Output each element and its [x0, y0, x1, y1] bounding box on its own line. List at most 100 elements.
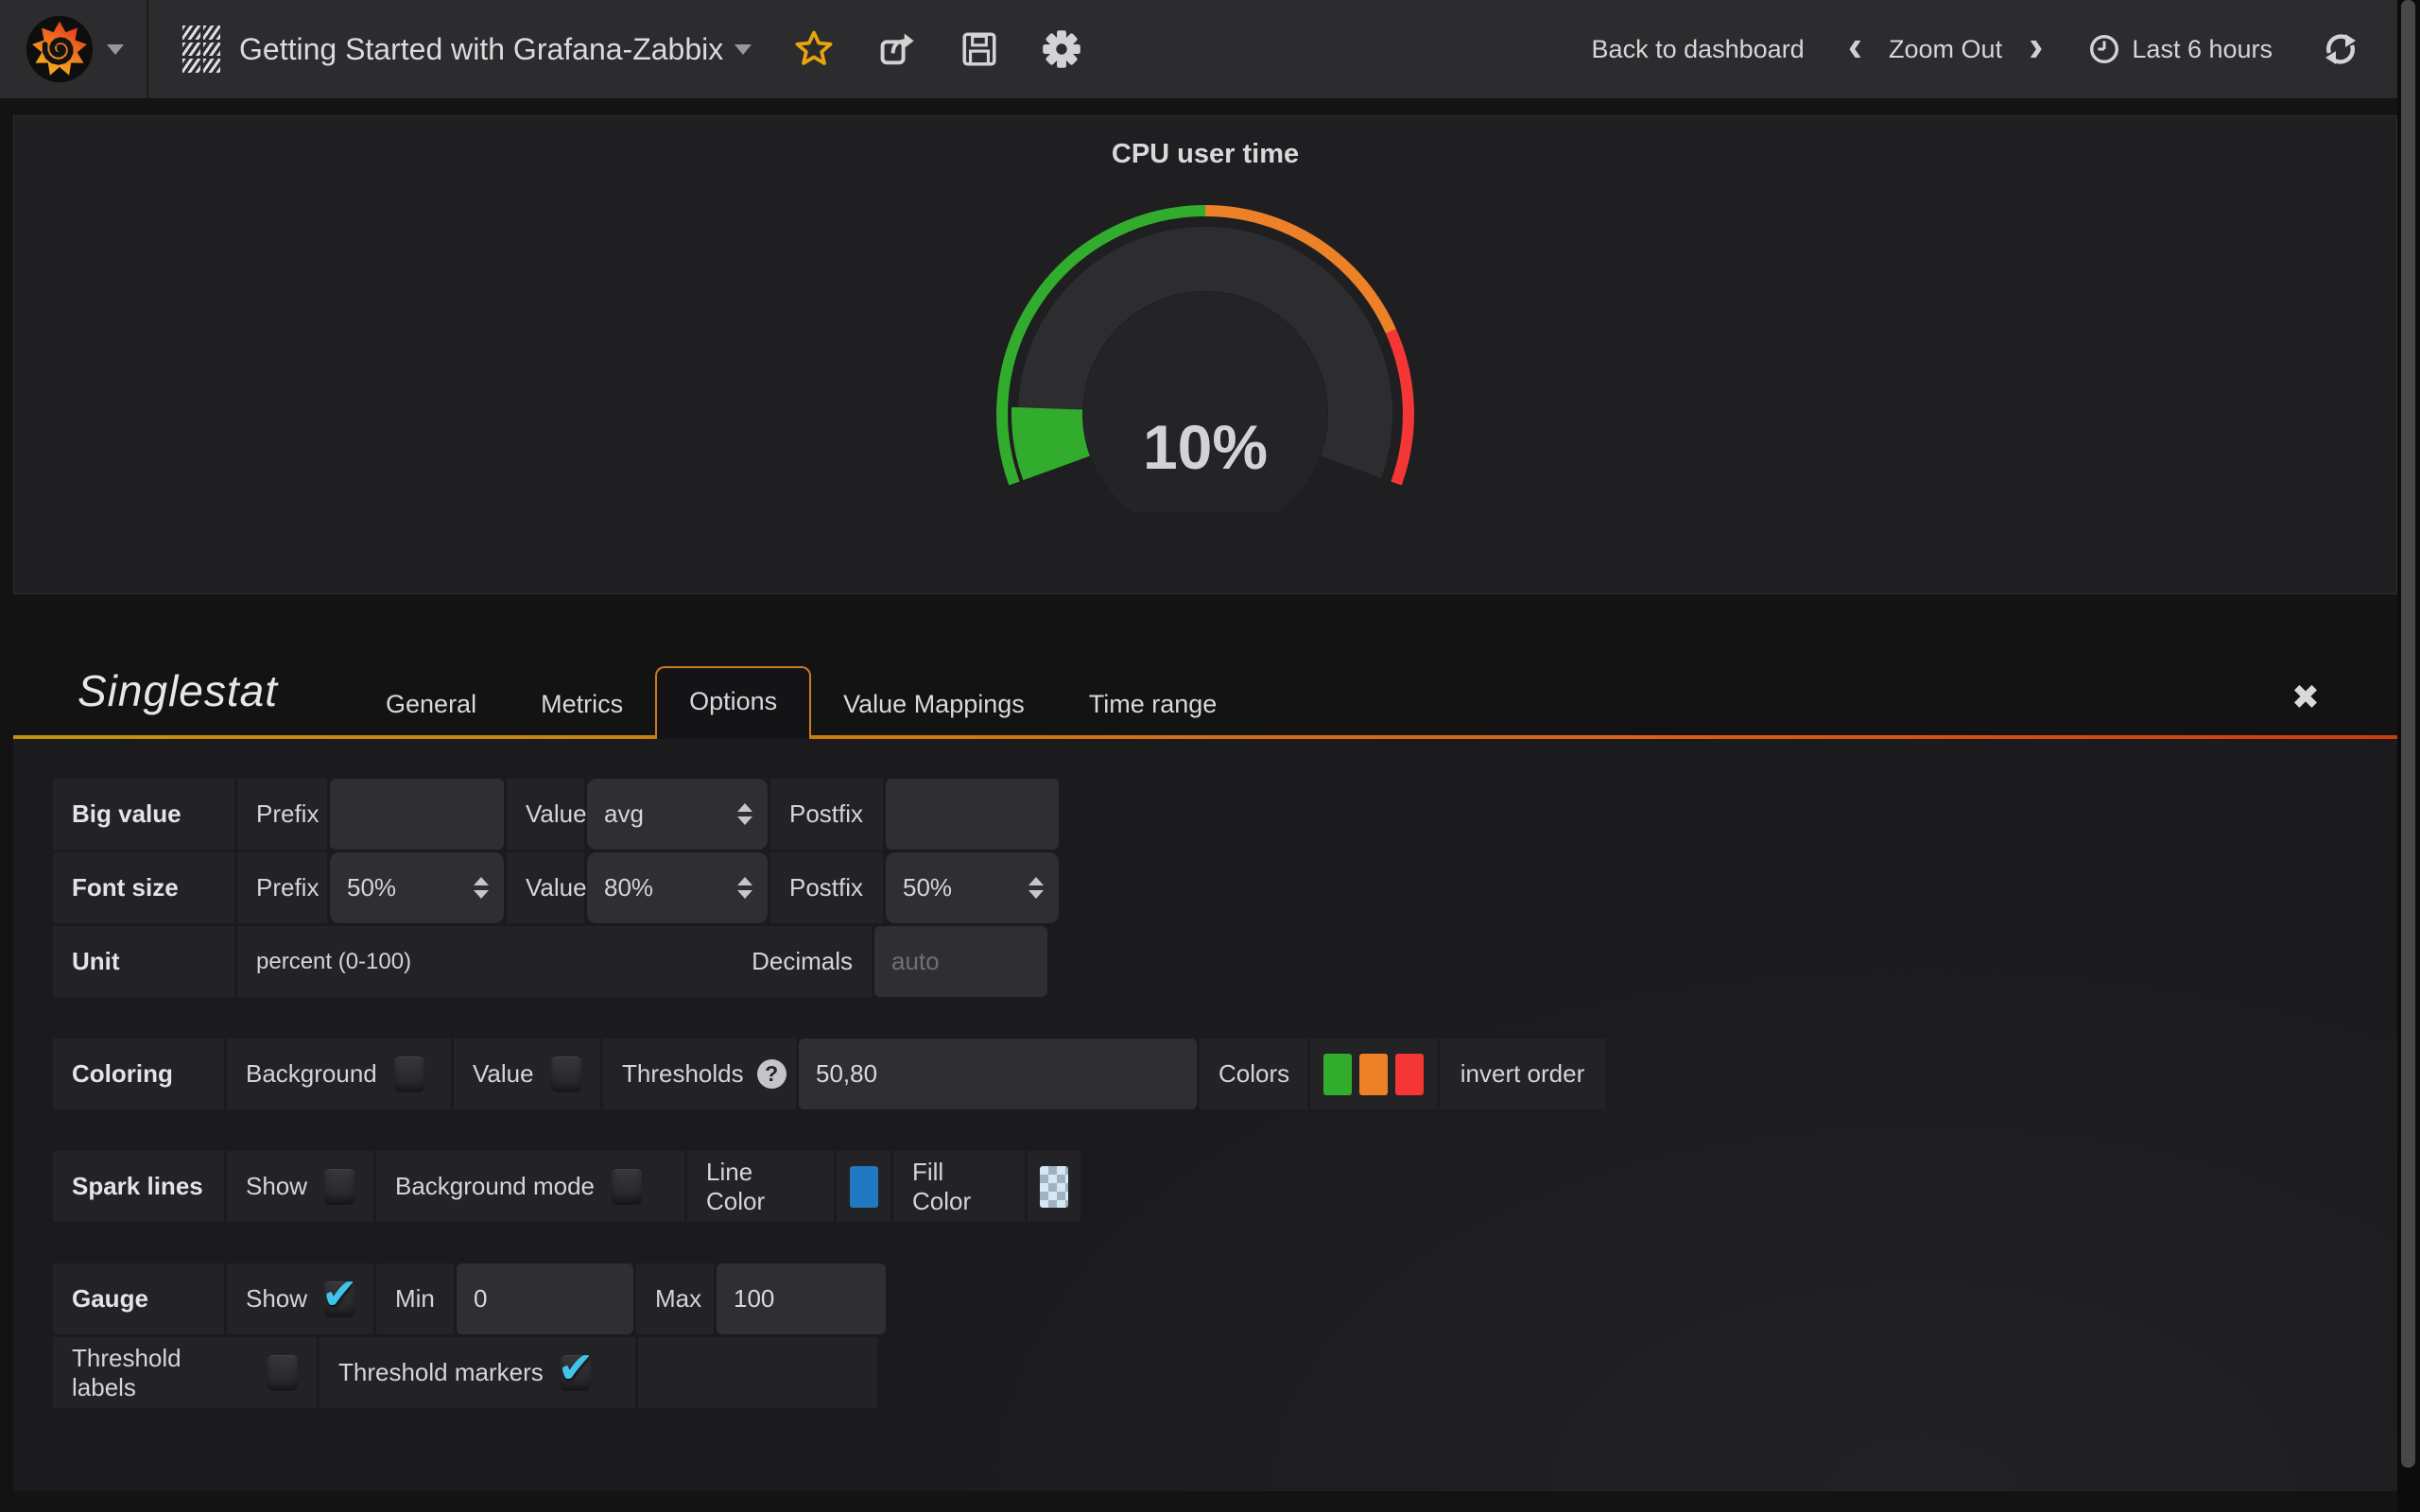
- font-prefix-select[interactable]: 50%: [330, 852, 504, 923]
- threshold-toggles-row: Threshold labels Threshold markers: [53, 1337, 2397, 1408]
- tab-options[interactable]: Options: [655, 666, 811, 739]
- font-value-select[interactable]: 80%: [587, 852, 768, 923]
- save-button[interactable]: [959, 29, 999, 69]
- coloring-background-checkbox[interactable]: [394, 1057, 424, 1092]
- unit-cell: percent (0-100) Decimals: [237, 926, 872, 997]
- svg-text:10%: 10%: [1143, 412, 1268, 482]
- max-input[interactable]: [717, 1263, 886, 1334]
- page-scrollbar[interactable]: [2397, 0, 2420, 1512]
- value-label: Value: [507, 779, 584, 850]
- help-icon[interactable]: ?: [757, 1059, 786, 1089]
- grafana-logo-menu[interactable]: [0, 0, 148, 98]
- scrollbar-thumb[interactable]: [2401, 0, 2415, 1468]
- time-range-picker[interactable]: Last 6 hours: [2086, 31, 2273, 67]
- prefix-label: Prefix: [237, 779, 327, 850]
- font-postfix-selected: 50%: [903, 873, 952, 902]
- font-value-selected: 80%: [604, 873, 653, 902]
- tab-time-range[interactable]: Time range: [1057, 669, 1250, 739]
- gauge-label: Gauge: [53, 1263, 224, 1334]
- panel-title[interactable]: CPU user time: [14, 116, 2396, 170]
- share-icon: [876, 28, 918, 70]
- coloring-section: Coloring Background Value Thresholds ? C…: [53, 1039, 2397, 1109]
- shift-time-back-button[interactable]: ‹: [1848, 24, 1862, 75]
- share-button[interactable]: [876, 28, 918, 70]
- dashboard-title[interactable]: Getting Started with Grafana-Zabbix: [239, 32, 723, 67]
- gauge-show-checkbox[interactable]: [324, 1281, 354, 1317]
- value-stat-selected: avg: [604, 799, 644, 829]
- invert-order-link[interactable]: invert order: [1440, 1039, 1605, 1109]
- spark-background-mode-label: Background mode: [395, 1172, 595, 1201]
- panel-editor-header: Singlestat General Metrics Options Value…: [13, 594, 2397, 739]
- line-color-cell: [837, 1151, 890, 1222]
- star-button[interactable]: [793, 28, 835, 70]
- tab-general[interactable]: General: [354, 669, 509, 739]
- grafana-logo-icon: [24, 13, 95, 85]
- fill-color-tint: [1040, 1166, 1068, 1208]
- select-arrows-icon: [1028, 877, 1044, 899]
- select-arrows-icon: [474, 877, 489, 899]
- tab-value-mappings[interactable]: Value Mappings: [811, 669, 1057, 739]
- threshold-color-swatch-green[interactable]: [1323, 1054, 1352, 1095]
- threshold-labels-label: Threshold labels: [72, 1344, 251, 1402]
- prefix-input-cell: [330, 779, 504, 850]
- coloring-value-cell: Value: [454, 1039, 600, 1109]
- settings-button[interactable]: [1041, 28, 1082, 70]
- threshold-labels-checkbox[interactable]: [268, 1355, 298, 1391]
- singlestat-panel: CPU user time 10%: [13, 115, 2397, 594]
- threshold-labels-cell: Threshold labels: [53, 1337, 317, 1408]
- value-stat-select[interactable]: avg: [587, 779, 768, 850]
- font-postfix-select[interactable]: 50%: [886, 852, 1059, 923]
- gauge-show-label: Show: [246, 1284, 307, 1314]
- unit-value-link[interactable]: percent (0-100): [256, 949, 411, 975]
- font-size-label: Font size: [53, 852, 234, 923]
- max-label: Max: [636, 1263, 714, 1334]
- coloring-value-label: Value: [473, 1059, 534, 1089]
- decimals-label: Decimals: [752, 947, 853, 976]
- min-input[interactable]: [457, 1263, 633, 1334]
- spark-background-mode-checkbox[interactable]: [612, 1169, 642, 1205]
- font-size-row: Font size Prefix 50% Value 80% Postfix 5…: [53, 852, 2397, 923]
- fill-color-swatch[interactable]: [1040, 1166, 1068, 1208]
- clock-icon: [2086, 31, 2122, 67]
- threshold-markers-checkbox[interactable]: [561, 1355, 591, 1391]
- postfix-input[interactable]: [886, 779, 1059, 850]
- spark-background-mode-cell: Background mode: [376, 1151, 684, 1222]
- thresholds-input[interactable]: [799, 1039, 1197, 1109]
- big-value-row: Big value Prefix Value avg Postfix: [53, 779, 2397, 850]
- fill-color-label: Fill Color: [893, 1151, 1025, 1222]
- decimals-input[interactable]: [874, 926, 1047, 997]
- fill-color-cell: [1028, 1151, 1080, 1222]
- save-icon: [959, 29, 999, 69]
- coloring-value-checkbox[interactable]: [551, 1057, 581, 1092]
- zoom-out-button[interactable]: Zoom Out: [1889, 35, 2002, 64]
- color-swatches-cell: [1310, 1039, 1437, 1109]
- gear-icon: [1041, 28, 1082, 70]
- font-postfix-label: Postfix: [770, 852, 883, 923]
- threshold-markers-cell: Threshold markers: [320, 1337, 635, 1408]
- refresh-button[interactable]: [2322, 30, 2360, 68]
- line-color-swatch[interactable]: [850, 1166, 878, 1208]
- threshold-color-swatch-red[interactable]: [1395, 1054, 1424, 1095]
- coloring-background-cell: Background: [227, 1039, 451, 1109]
- refresh-icon: [2322, 30, 2360, 68]
- time-range-label: Last 6 hours: [2132, 35, 2273, 64]
- tab-metrics[interactable]: Metrics: [509, 669, 655, 739]
- threshold-color-swatch-orange[interactable]: [1359, 1054, 1388, 1095]
- dashboard-grid-icon[interactable]: [182, 26, 220, 73]
- panel-type-heading: Singlestat: [78, 665, 278, 716]
- spark-lines-section: Spark lines Show Background mode Line Co…: [53, 1151, 2397, 1222]
- navbar: Getting Started with Grafana-Zabbix Back…: [0, 0, 2420, 98]
- coloring-label: Coloring: [53, 1039, 224, 1109]
- line-color-label: Line Color: [687, 1151, 834, 1222]
- back-to-dashboard-button[interactable]: Back to dashboard: [1592, 35, 1805, 64]
- gauge-chart: 10%: [941, 195, 1470, 512]
- navbar-right: Back to dashboard ‹ Zoom Out › Last 6 ho…: [1592, 24, 2360, 75]
- close-editor-button[interactable]: ✖: [2291, 678, 2320, 717]
- max-input-cell: [717, 1263, 886, 1334]
- chevron-down-icon: [107, 44, 124, 55]
- spark-show-checkbox[interactable]: [324, 1169, 354, 1205]
- dashboard-title-caret-icon[interactable]: [735, 44, 752, 55]
- prefix-input[interactable]: [330, 779, 504, 850]
- font-prefix-label: Prefix: [237, 852, 327, 923]
- shift-time-forward-button[interactable]: ›: [2029, 24, 2043, 75]
